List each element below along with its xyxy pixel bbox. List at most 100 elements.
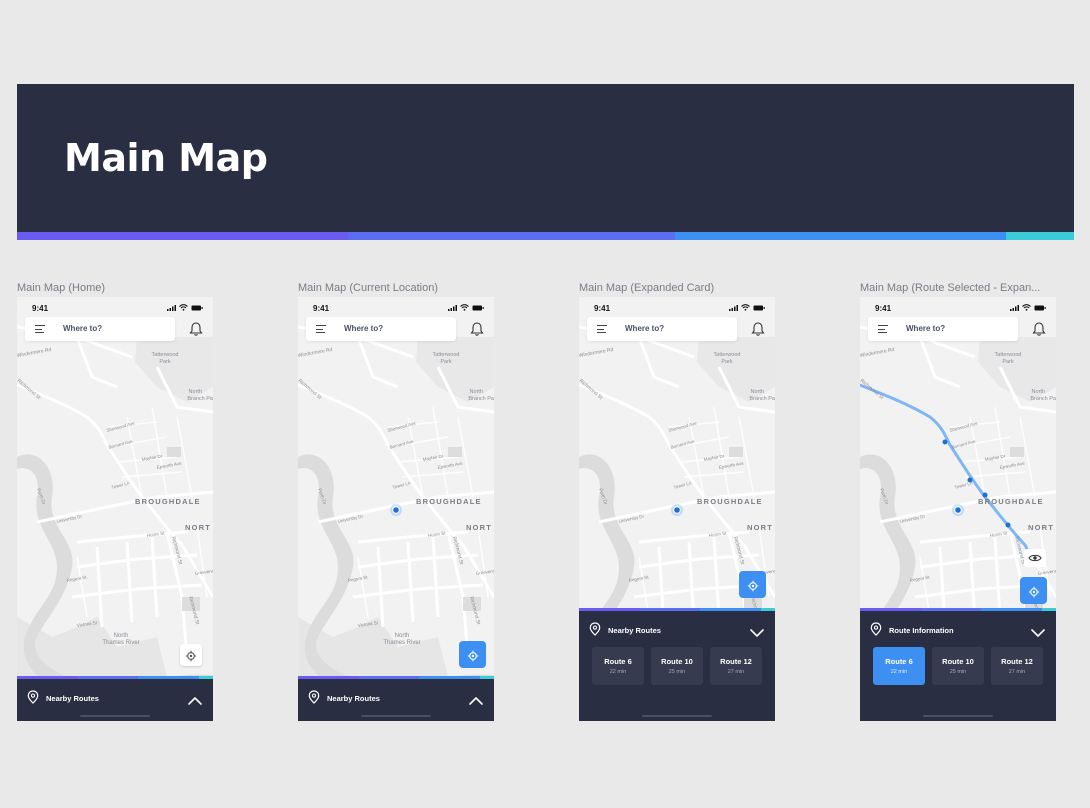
location-pin-icon [870, 622, 882, 636]
signal-icon [1010, 304, 1019, 311]
signal-icon [729, 304, 738, 311]
phone-frame: Tatterwood Park North Branch Pa BROUGHDA… [298, 297, 494, 721]
route-time: 27 min [1008, 669, 1026, 675]
map-label-branch-line2: Branch Pa [1030, 396, 1056, 402]
menu-icon[interactable] [316, 325, 326, 336]
status-time: 9:41 [594, 304, 611, 313]
map-label-district2: NORT [466, 523, 492, 532]
search-bar[interactable]: Where to? [587, 317, 737, 341]
page-title: Main Map [64, 136, 268, 180]
status-icons [448, 304, 484, 311]
route-card[interactable]: Route 6 22 min [592, 647, 644, 685]
map-label-branch-line1: North [751, 389, 764, 395]
route-time: 22 min [609, 669, 627, 675]
frame-label: Main Map (Home) [17, 282, 106, 294]
eye-icon[interactable] [1024, 549, 1046, 567]
phone-frame: Tatterwood Park North Branch Pa BROUGHDA… [17, 297, 213, 721]
home-indicator [642, 715, 712, 717]
frame-label: Main Map (Current Location) [298, 282, 439, 294]
status-icons [729, 304, 765, 311]
signal-icon [167, 304, 176, 311]
chevron-up-icon[interactable] [187, 693, 203, 705]
locate-button[interactable] [459, 641, 486, 668]
phone-frame: Tatterwood Park North Branch Pa BROUGHDA… [860, 297, 1056, 721]
map-label-district1: BROUGHDALE [135, 497, 201, 506]
bottom-sheet-expanded[interactable]: Nearby Routes Route 6 22 min Route 10 25… [579, 608, 775, 721]
bell-icon[interactable] [1032, 321, 1046, 337]
search-bar[interactable]: Where to? [25, 317, 175, 341]
sheet-title: Nearby Routes [608, 626, 661, 635]
wifi-icon [741, 304, 750, 311]
bottom-sheet-collapsed[interactable]: Nearby Routes [298, 676, 494, 721]
page-header-banner: Main Map [17, 84, 1074, 232]
sheet-title: Nearby Routes [46, 694, 99, 703]
menu-icon[interactable] [597, 325, 607, 336]
locate-button[interactable] [180, 644, 202, 666]
search-placeholder: Where to? [625, 324, 665, 333]
map-label-park-line1: Tatterwood [433, 352, 460, 358]
wifi-icon [1022, 304, 1031, 311]
chevron-up-icon[interactable] [468, 693, 484, 705]
route-card[interactable]: Route 6 22 min [873, 647, 925, 685]
frame-label: Main Map (Route Selected - Expan... [860, 282, 1041, 294]
route-name: Route 12 [1001, 657, 1033, 666]
bell-icon[interactable] [751, 321, 765, 337]
location-pin-icon [27, 690, 39, 704]
bell-icon[interactable] [470, 321, 484, 337]
map-label-river-line1: North [395, 633, 410, 639]
map-label-park-line1: Tatterwood [714, 352, 741, 358]
route-name: Route 6 [885, 657, 913, 666]
wifi-icon [179, 304, 188, 311]
menu-icon[interactable] [878, 325, 888, 336]
map-label-branch-line1: North [1032, 389, 1045, 395]
map-label-district1: BROUGHDALE [978, 497, 1044, 506]
status-time: 9:41 [875, 304, 892, 313]
search-placeholder: Where to? [344, 324, 384, 333]
status-time: 9:41 [313, 304, 330, 313]
bottom-sheet-collapsed[interactable]: Nearby Routes [17, 676, 213, 721]
sheet-title: Route Information [889, 626, 954, 635]
sheet-gradient-strip [298, 676, 494, 679]
route-card[interactable]: Route 12 27 min [991, 647, 1043, 685]
gradient-bar [17, 232, 1074, 240]
search-placeholder: Where to? [906, 324, 946, 333]
frame-label: Main Map (Expanded Card) [579, 282, 715, 294]
map-label-river-line2: Thames River [102, 640, 139, 646]
map-label-district2: NORT [185, 523, 211, 532]
chevron-down-icon[interactable] [1030, 625, 1046, 637]
route-name: Route 10 [661, 657, 693, 666]
status-time: 9:41 [32, 304, 49, 313]
menu-icon[interactable] [35, 325, 45, 336]
chevron-down-icon[interactable] [749, 625, 765, 637]
search-bar[interactable]: Where to? [868, 317, 1018, 341]
route-card[interactable]: Route 12 27 min [710, 647, 762, 685]
locate-button[interactable] [1020, 577, 1047, 604]
route-time: 27 min [727, 669, 745, 675]
battery-icon [472, 305, 484, 310]
sheet-gradient-strip [579, 608, 775, 611]
battery-icon [191, 305, 203, 310]
map-label-branch-line2: Branch Pa [749, 396, 775, 402]
bell-icon[interactable] [189, 321, 203, 337]
map-label-park-line2: Park [1002, 359, 1014, 365]
sheet-gradient-strip [860, 608, 1056, 611]
sheet-title: Nearby Routes [327, 694, 380, 703]
locate-button[interactable] [739, 571, 766, 598]
status-icons [1010, 304, 1046, 311]
map-label-river-line2: Thames River [383, 640, 420, 646]
home-indicator [80, 715, 150, 717]
map-label-branch-line2: Branch Pa [187, 396, 213, 402]
search-bar[interactable]: Where to? [306, 317, 456, 341]
map-label-park-line2: Park [721, 359, 733, 365]
bottom-sheet-expanded[interactable]: Route Information Route 6 22 min Route 1… [860, 608, 1056, 721]
status-bar: 9:41 [860, 297, 1056, 319]
map-label-park-line2: Park [159, 359, 171, 365]
status-bar: 9:41 [579, 297, 775, 319]
status-bar: 9:41 [17, 297, 213, 319]
battery-icon [753, 305, 765, 310]
map-label-branch-line1: North [189, 389, 202, 395]
home-indicator [923, 715, 993, 717]
route-card[interactable]: Route 10 25 min [932, 647, 984, 685]
map-label-park-line1: Tatterwood [152, 352, 179, 358]
route-card[interactable]: Route 10 25 min [651, 647, 703, 685]
